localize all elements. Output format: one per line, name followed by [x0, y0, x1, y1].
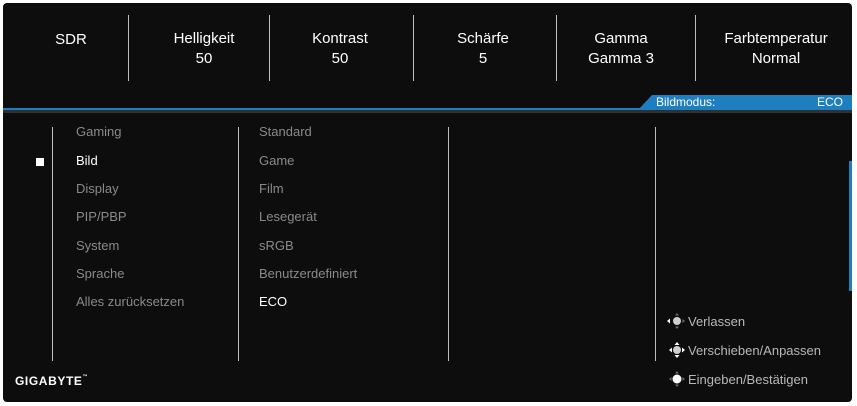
status-color-temperature-value: Normal	[751, 50, 801, 67]
status-gamma-value: Gamma 3	[588, 50, 654, 67]
osd-menu-panel: SDR Helligkeit 50 Kontrast 50 Schärfe 5 …	[3, 3, 852, 402]
menu-item-reset-all[interactable]: Alles zurücksetzen	[76, 294, 184, 309]
status-sdr-label: SDR	[55, 31, 87, 48]
status-sharpness-label: Schärfe	[457, 30, 509, 47]
status-bar: SDR Helligkeit 50 Kontrast 50 Schärfe 5 …	[3, 3, 852, 95]
status-divider	[128, 15, 129, 81]
status-gamma: Gamma Gamma 3	[566, 3, 676, 95]
hint-enter-confirm-label: Eingeben/Bestätigen	[688, 372, 808, 387]
status-contrast-value: 50	[331, 50, 349, 67]
hint-enter-confirm: Eingeben/Bestätigen	[666, 371, 808, 387]
status-gamma-label: Gamma	[594, 30, 648, 47]
status-divider	[556, 15, 557, 81]
status-color-temperature: Farbtemperatur Normal	[706, 3, 846, 95]
status-contrast-label: Kontrast	[312, 30, 368, 47]
column-divider	[52, 127, 53, 361]
submenu-item-reader[interactable]: Lesegerät	[259, 209, 317, 224]
status-divider	[413, 15, 414, 81]
status-sdr: SDR	[41, 3, 101, 95]
status-divider	[695, 15, 696, 81]
joystick-left-icon	[666, 313, 686, 329]
status-sharpness: Schärfe 5	[428, 3, 538, 95]
column-divider	[655, 127, 656, 361]
submenu-item-film[interactable]: Film	[259, 181, 284, 196]
menu-item-pip-pbp[interactable]: PIP/PBP	[76, 209, 127, 224]
submenu-item-custom[interactable]: Benutzerdefiniert	[259, 266, 357, 281]
joystick-press-icon	[666, 371, 686, 387]
status-divider	[269, 15, 270, 81]
status-brightness-label: Helligkeit	[173, 30, 235, 47]
menu-item-display[interactable]: Display	[76, 181, 119, 196]
status-contrast: Kontrast 50	[285, 3, 395, 95]
status-color-temperature-label: Farbtemperatur	[724, 30, 828, 47]
submenu-item-srgb[interactable]: sRGB	[259, 238, 294, 253]
menu-item-gaming[interactable]: Gaming	[76, 124, 122, 139]
hint-exit-label: Verlassen	[688, 314, 746, 329]
menu-item-sprache[interactable]: Sprache	[76, 266, 124, 281]
picture-mode-indicator: Bildmodus: ECO	[638, 95, 852, 110]
submenu-item-standard[interactable]: Standard	[259, 124, 312, 139]
hint-move-adjust-label: Verschieben/Anpassen	[688, 343, 821, 358]
status-brightness-value: 50	[195, 50, 213, 67]
menu-item-system[interactable]: System	[76, 238, 119, 253]
picture-mode-value: ECO	[816, 95, 843, 109]
status-brightness: Helligkeit 50	[149, 3, 259, 95]
hint-exit: Verlassen	[666, 313, 745, 329]
submenu-item-eco[interactable]: ECO	[259, 294, 287, 309]
status-sharpness-value: 5	[478, 50, 488, 67]
selected-bullet	[36, 158, 44, 166]
submenu-item-game[interactable]: Game	[259, 153, 294, 168]
hint-move-adjust: Verschieben/Anpassen	[666, 342, 821, 358]
gigabyte-logo: GIGABYTE™	[15, 374, 89, 388]
scrollbar[interactable]	[849, 161, 852, 291]
picture-mode-label: Bildmodus:	[656, 95, 716, 109]
column-divider	[238, 127, 239, 361]
joystick-all-directions-icon	[666, 342, 686, 358]
menu-item-bild[interactable]: Bild	[76, 153, 98, 168]
column-divider	[448, 127, 449, 361]
